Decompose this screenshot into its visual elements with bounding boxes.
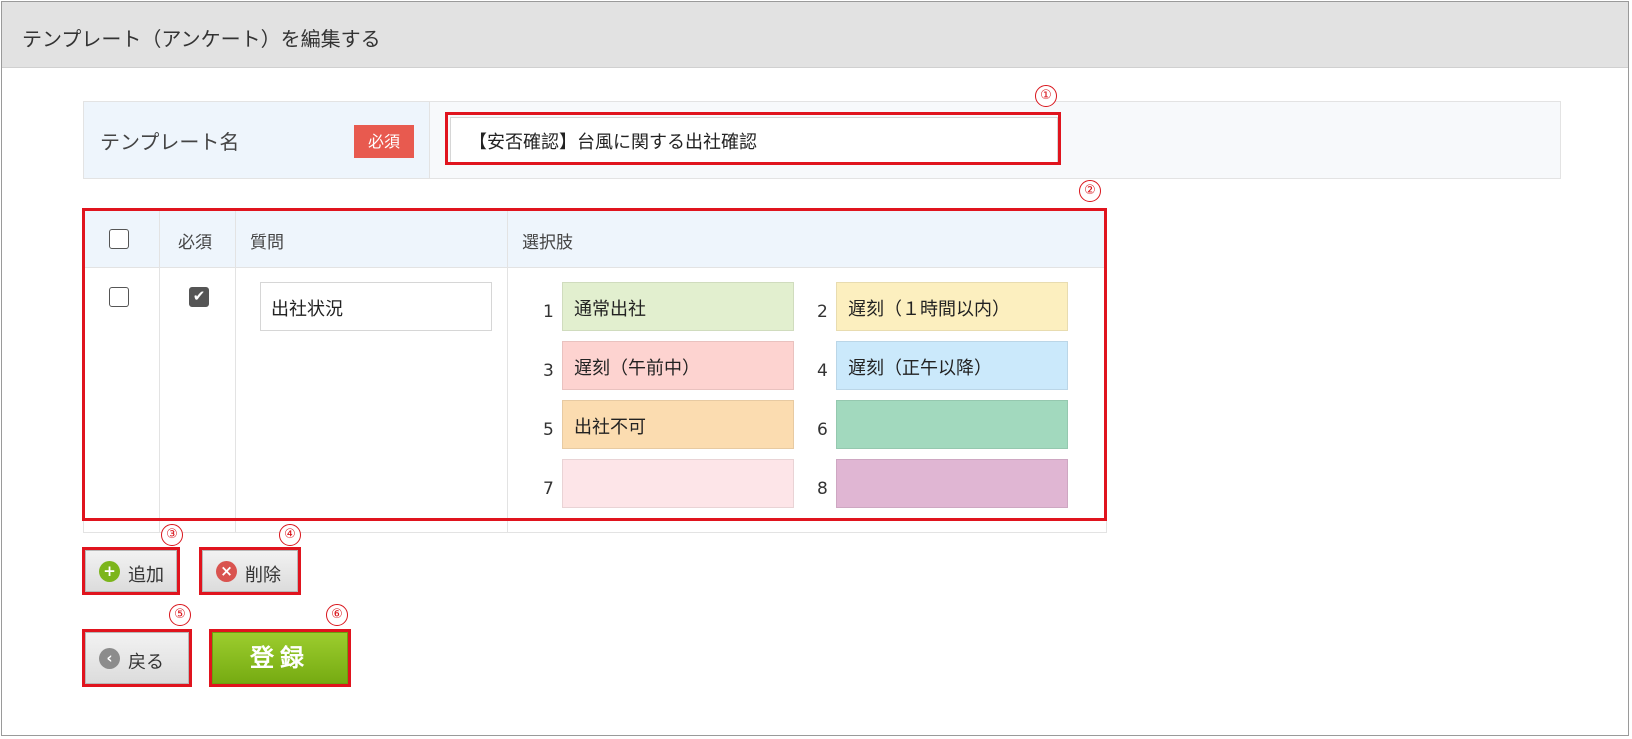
callout-5: ⑤ bbox=[169, 604, 191, 626]
callout-2: ② bbox=[1079, 180, 1101, 202]
callout-4: ④ bbox=[279, 524, 301, 546]
highlight-question-table bbox=[82, 208, 1107, 521]
required-badge: 必須 bbox=[354, 125, 414, 158]
callout-1: ① bbox=[1035, 85, 1057, 107]
template-name-label-cell: テンプレート名 必須 bbox=[84, 102, 430, 178]
template-name-label: テンプレート名 bbox=[100, 130, 240, 154]
highlight-delete-button bbox=[199, 547, 301, 595]
highlight-back-button bbox=[82, 629, 192, 687]
title-bar: テンプレート（アンケート）を編集する bbox=[2, 2, 1628, 68]
callout-3: ③ bbox=[161, 524, 183, 546]
highlight-add-button bbox=[82, 547, 180, 595]
page-title: テンプレート（アンケート）を編集する bbox=[22, 27, 381, 51]
highlight-register-button bbox=[209, 629, 351, 687]
highlight-template-name bbox=[445, 112, 1061, 165]
callout-6: ⑥ bbox=[326, 604, 348, 626]
page-frame: テンプレート（アンケート）を編集する テンプレート名 必須 必須 質問 選択肢 … bbox=[1, 1, 1629, 736]
